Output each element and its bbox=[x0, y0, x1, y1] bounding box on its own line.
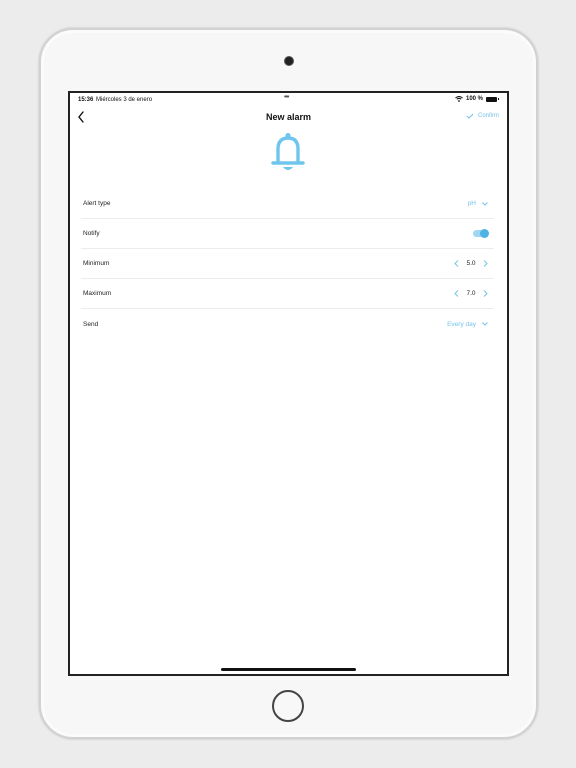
app-screen: 15:36 Miércoles 3 de enero ••• 100 % New… bbox=[68, 91, 509, 676]
send-label: Send bbox=[83, 320, 99, 328]
send-row[interactable]: Send Every day bbox=[81, 309, 494, 339]
maximum-stepper: 7.0 bbox=[454, 290, 488, 297]
home-indicator[interactable] bbox=[221, 668, 356, 671]
toggle-knob bbox=[480, 229, 489, 238]
multitasking-dots[interactable]: ••• bbox=[284, 94, 289, 101]
bell-icon bbox=[271, 133, 305, 170]
chevron-right-icon[interactable] bbox=[483, 260, 488, 267]
alert-type-value: pH bbox=[467, 200, 476, 207]
minimum-stepper: 5.0 bbox=[454, 260, 488, 267]
notify-row: Notify bbox=[81, 219, 494, 249]
status-right: 100 % bbox=[455, 96, 499, 102]
chevron-left-icon[interactable] bbox=[454, 260, 459, 267]
status-time: 15:36 bbox=[78, 97, 94, 103]
minimum-label: Minimum bbox=[83, 260, 110, 267]
battery-percent: 100 % bbox=[465, 96, 483, 102]
chevron-right-icon[interactable] bbox=[483, 290, 488, 297]
maximum-value: 7.0 bbox=[466, 290, 476, 297]
alert-type-label: Alert type bbox=[83, 200, 111, 207]
check-icon bbox=[466, 113, 474, 119]
navigation-bar: New alarm Confirm bbox=[70, 107, 507, 127]
notify-label: Notify bbox=[83, 230, 100, 237]
status-date: Miércoles 3 de enero bbox=[96, 97, 153, 103]
maximum-label: Maximum bbox=[83, 290, 112, 297]
alert-type-select[interactable]: pH bbox=[468, 200, 488, 207]
battery-icon bbox=[486, 96, 499, 102]
front-camera bbox=[285, 57, 293, 65]
send-select[interactable]: Every day bbox=[447, 321, 488, 328]
send-value: Every day bbox=[447, 320, 476, 328]
page-title: New alarm bbox=[265, 112, 312, 122]
minimum-value: 5.0 bbox=[466, 260, 476, 267]
chevron-down-icon bbox=[482, 201, 488, 206]
confirm-label: Confirm bbox=[477, 113, 499, 119]
settings-list: Alert type pH Notify Minimum 5.0 Maximum… bbox=[81, 189, 494, 339]
maximum-row: Maximum 7.0 bbox=[81, 279, 494, 309]
chevron-down-icon bbox=[482, 322, 488, 326]
confirm-button[interactable]: Confirm bbox=[466, 113, 499, 119]
notify-toggle[interactable] bbox=[473, 229, 489, 238]
chevron-left-icon[interactable] bbox=[454, 290, 459, 297]
status-bar: 15:36 Miércoles 3 de enero ••• 100 % bbox=[70, 93, 507, 107]
wifi-icon bbox=[455, 96, 463, 102]
minimum-row: Minimum 5.0 bbox=[81, 249, 494, 279]
alert-type-row[interactable]: Alert type pH bbox=[81, 189, 494, 219]
home-button[interactable] bbox=[272, 690, 304, 722]
